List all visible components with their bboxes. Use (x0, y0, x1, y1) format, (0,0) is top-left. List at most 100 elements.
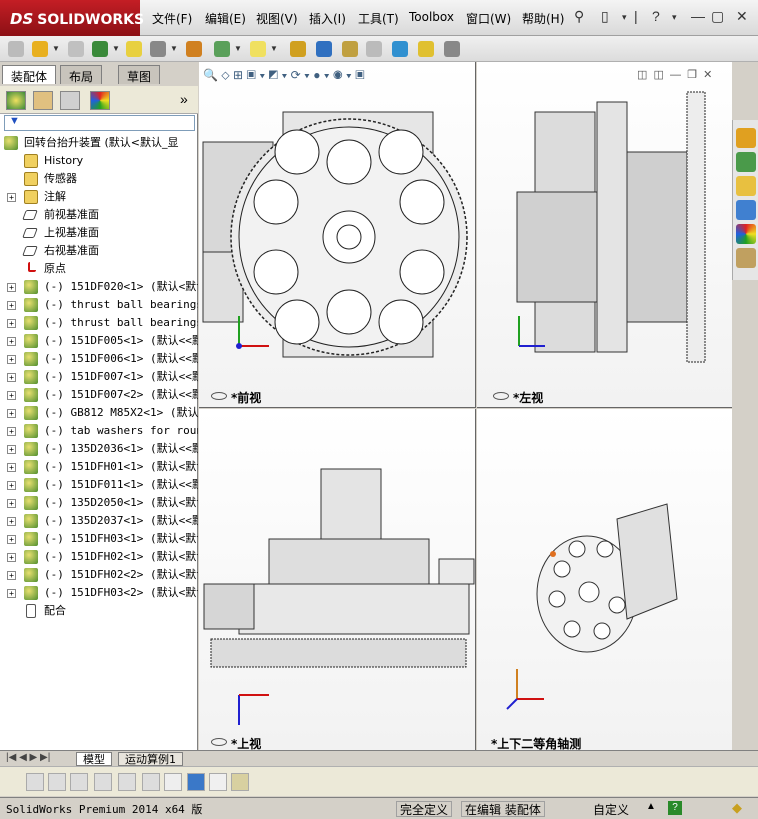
close-icon[interactable]: ✕ (736, 8, 748, 25)
expand-toggle-icon[interactable]: + (7, 517, 16, 526)
single-view-icon[interactable] (187, 773, 205, 791)
expand-toggle-icon[interactable]: + (7, 571, 16, 580)
viewport-top[interactable]: *上视 (199, 409, 476, 750)
menu-help[interactable]: 帮助(H) (522, 10, 564, 27)
viewport-left[interactable]: ◫ ◫ — ❐ ✕ *左视 (477, 62, 732, 408)
property-manager-icon[interactable] (33, 91, 53, 110)
expand-toggle-icon[interactable]: + (7, 337, 16, 346)
pin-icon[interactable]: ⚲ (574, 8, 584, 25)
tab-sketch[interactable]: 草图 (118, 65, 161, 84)
insert-component-icon[interactable] (32, 41, 48, 57)
expand-panel-icon[interactable]: » (180, 91, 188, 107)
tab-scroll-arrows[interactable]: |◀ ◀ ▶ ▶| (6, 752, 50, 763)
custom-properties-icon[interactable] (736, 248, 756, 268)
dropdown-icon[interactable]: ▼ (170, 44, 178, 53)
minimize-icon[interactable]: — (691, 8, 705, 24)
hole-alignment-icon[interactable] (444, 41, 460, 57)
link-views-icon[interactable] (231, 773, 249, 791)
menu-file[interactable]: 文件(F) (152, 10, 192, 27)
new-dropdown-icon[interactable]: ▾ (622, 12, 627, 23)
split-icon[interactable] (142, 773, 160, 791)
expand-toggle-icon[interactable]: + (7, 373, 16, 382)
chart-icon[interactable] (164, 773, 182, 791)
expand-toggle-icon[interactable]: + (7, 409, 16, 418)
tree-item-label: (-) 135D2050<1> (默认<默认 (44, 496, 198, 509)
expand-toggle-icon[interactable]: + (7, 499, 16, 508)
expand-toggle-icon[interactable]: + (7, 391, 16, 400)
mate-icon[interactable] (68, 41, 84, 57)
clearance-verification-icon[interactable] (418, 41, 434, 57)
new-motion-study-icon[interactable] (290, 41, 306, 57)
linear-pattern-icon[interactable] (92, 41, 108, 57)
expand-toggle-icon[interactable]: + (7, 553, 16, 562)
expand-toggle-icon[interactable]: + (7, 427, 16, 436)
view-palette-icon[interactable] (736, 200, 756, 220)
tab-layout[interactable]: 布局 (60, 65, 103, 84)
dropdown-icon[interactable]: ▼ (270, 44, 278, 53)
exploded-view-icon[interactable] (342, 41, 358, 57)
solidworks-logo[interactable]: DS SOLIDWORKS (0, 0, 144, 36)
display-manager-icon[interactable] (90, 91, 110, 110)
configuration-manager-icon[interactable] (60, 91, 80, 110)
menu-tools[interactable]: 工具(T) (358, 10, 399, 27)
smart-fasteners-icon[interactable] (126, 41, 142, 57)
toolbar-icon-1[interactable] (26, 773, 44, 791)
dropdown-icon[interactable]: ▼ (234, 44, 242, 53)
view-eye-icon[interactable] (211, 392, 227, 400)
filter-icon[interactable]: ▼ (9, 115, 20, 127)
dropdown-icon[interactable]: ▼ (112, 44, 120, 53)
tab-motion-study[interactable]: 运动算例1 (118, 752, 183, 766)
menu-toolbox[interactable]: Toolbox (409, 10, 454, 24)
toolbar-icon-2[interactable] (48, 773, 66, 791)
expand-toggle-icon[interactable]: + (7, 319, 16, 328)
units-dropdown-icon[interactable]: ▲ (646, 801, 656, 812)
assembly-features-icon[interactable] (214, 41, 230, 57)
move-component-icon[interactable] (150, 41, 166, 57)
new-document-icon[interactable]: ▯ (601, 8, 609, 25)
rebuild-icon[interactable]: ◆ (732, 800, 742, 816)
help-icon[interactable]: ? (652, 8, 660, 24)
show-hidden-icon[interactable] (186, 41, 202, 57)
reference-geometry-icon[interactable] (250, 41, 266, 57)
grid-icon[interactable] (118, 773, 136, 791)
dropdown-icon[interactable]: ▼ (52, 44, 60, 53)
expand-toggle-icon[interactable]: + (7, 445, 16, 454)
menu-edit[interactable]: 编辑(E) (205, 10, 246, 27)
viewport-isometric[interactable]: *上下二等角轴测 (477, 409, 732, 750)
expand-toggle-icon[interactable]: + (7, 463, 16, 472)
explode-line-sketch-icon[interactable] (366, 41, 382, 57)
view-eye-icon[interactable] (211, 738, 227, 746)
menu-insert[interactable]: 插入(I) (309, 10, 346, 27)
home-icon[interactable] (736, 128, 756, 148)
filter-bar[interactable]: ▼ (4, 115, 195, 131)
interference-detection-icon[interactable] (392, 41, 408, 57)
appearances-icon[interactable] (736, 224, 756, 244)
assembly-icon[interactable] (8, 41, 24, 57)
file-explorer-icon[interactable] (736, 176, 756, 196)
viewport-front[interactable]: 🔍 ⬦ ⊞ ▣ ▾ ◩ ▾ ⟳ ▾ ● ▾ ◉ ▾ ▣ *前视 (199, 62, 476, 408)
tab-model[interactable]: 模型 (76, 752, 112, 766)
four-view-icon[interactable] (209, 773, 227, 791)
help-dropdown-icon[interactable]: ▾ (672, 12, 677, 23)
bill-of-materials-icon[interactable] (316, 41, 332, 57)
ds-logo-mark: DS (10, 10, 34, 28)
tab-assembly[interactable]: 装配体 (2, 65, 57, 84)
expand-toggle-icon[interactable]: + (7, 481, 16, 490)
expand-toggle-icon[interactable]: + (7, 535, 16, 544)
feature-manager-icon[interactable] (6, 91, 26, 110)
units-selector[interactable]: 自定义 (593, 801, 629, 818)
expand-toggle-icon[interactable]: + (7, 589, 16, 598)
expand-toggle-icon[interactable]: + (7, 355, 16, 364)
menu-window[interactable]: 窗口(W) (466, 10, 511, 27)
expand-toggle-icon[interactable]: + (7, 283, 16, 292)
restore-icon[interactable]: ▢ (711, 8, 724, 25)
tree-item-label: 原点 (44, 262, 66, 275)
design-library-icon[interactable] (736, 152, 756, 172)
quick-tips-icon[interactable]: ? (668, 801, 682, 815)
toolbar-icon-3[interactable] (70, 773, 88, 791)
expand-toggle-icon[interactable]: + (7, 193, 16, 202)
menu-view[interactable]: 视图(V) (256, 10, 298, 27)
view-eye-icon[interactable] (493, 392, 509, 400)
list-icon[interactable] (94, 773, 112, 791)
expand-toggle-icon[interactable]: + (7, 301, 16, 310)
